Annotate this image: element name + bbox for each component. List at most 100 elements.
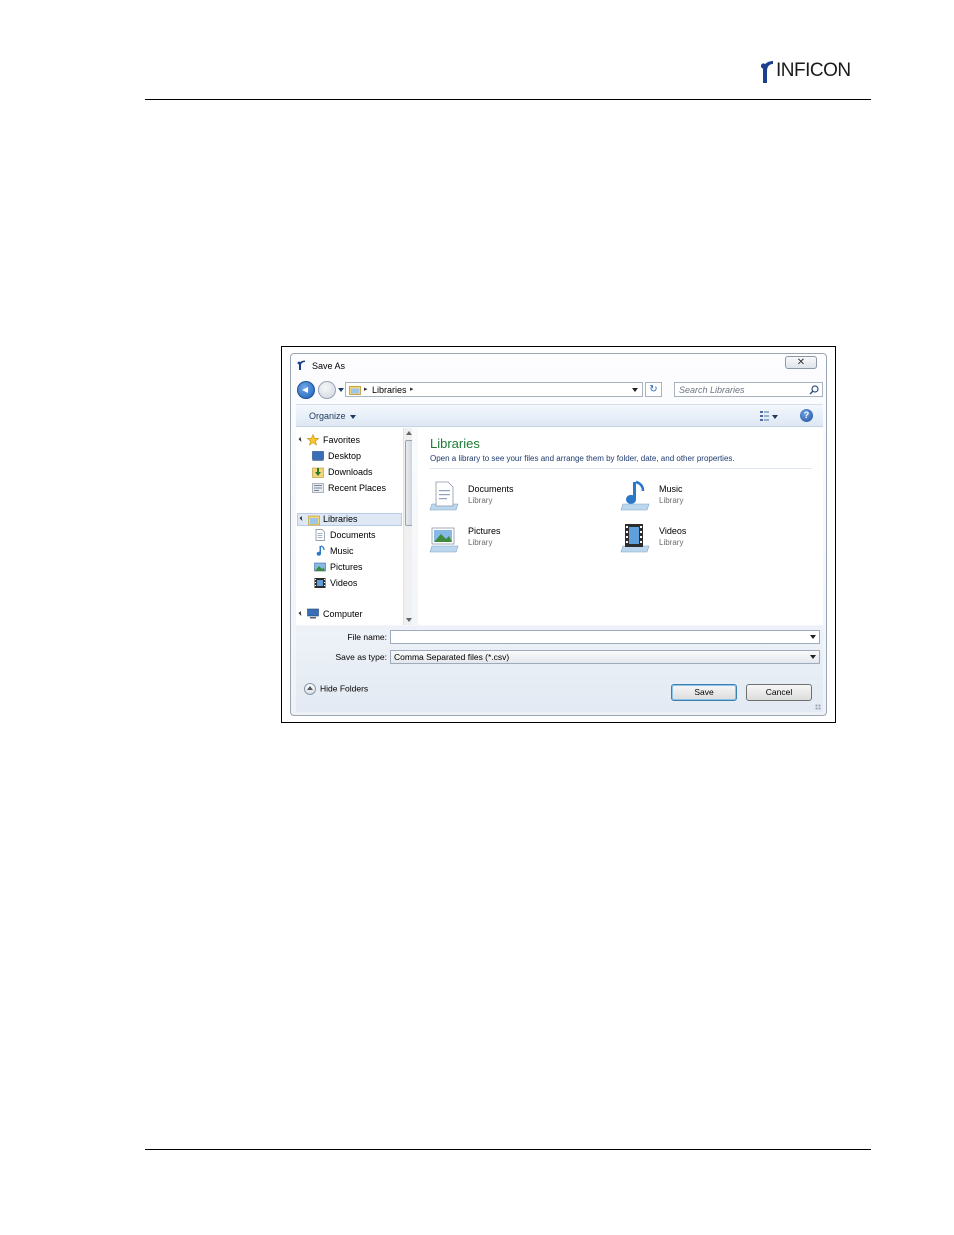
- nav-computer[interactable]: Computer: [298, 608, 399, 622]
- navigation-pane: Favorites Desktop Downloads Recent Place…: [296, 428, 412, 625]
- star-icon: [307, 434, 319, 446]
- hide-folders-label: Hide Folders: [320, 683, 369, 694]
- help-icon[interactable]: ?: [800, 409, 813, 422]
- libraries-folder-icon: [308, 515, 320, 526]
- videos-library-icon: [620, 524, 650, 553]
- collapsed-arrow-icon[interactable]: [305, 531, 310, 539]
- save-as-type-label: Save as type:: [335, 652, 387, 662]
- save-as-type-value: Comma Separated files (*.csv): [394, 652, 510, 662]
- chevron-down-icon: [349, 414, 356, 419]
- collapsed-arrow-icon[interactable]: [305, 579, 310, 587]
- nav-scrollbar[interactable]: [403, 428, 412, 625]
- content-subtitle: Open a library to see your files and arr…: [430, 454, 735, 463]
- close-button[interactable]: ✕: [785, 356, 817, 369]
- scrollbar-thumb[interactable]: [405, 440, 412, 526]
- recent-places-icon: [312, 483, 324, 493]
- search-input[interactable]: Search Libraries: [679, 385, 745, 395]
- nav-downloads-label: Downloads: [328, 467, 373, 477]
- address-bar[interactable]: ▸ Libraries ▸: [345, 382, 643, 397]
- library-item-documents[interactable]: Documents Library: [428, 480, 578, 512]
- organize-label: Organize: [309, 411, 346, 421]
- address-dropdown-icon[interactable]: [632, 388, 638, 392]
- music-library-icon: [620, 480, 650, 511]
- dialog-footer: File name: Save as type: Comma Separated…: [296, 626, 823, 712]
- library-name: Pictures: [468, 526, 501, 536]
- hide-folders-button[interactable]: Hide Folders: [304, 683, 368, 695]
- nav-favorites[interactable]: Favorites: [298, 434, 399, 448]
- organize-button[interactable]: Organize: [309, 411, 356, 421]
- picture-icon: [314, 562, 326, 572]
- collapsed-arrow-icon[interactable]: [305, 547, 310, 555]
- scroll-down-icon[interactable]: [406, 618, 412, 622]
- nav-pictures-label: Pictures: [330, 562, 363, 572]
- libraries-folder-icon: [349, 386, 361, 395]
- scroll-up-icon[interactable]: [406, 431, 412, 435]
- file-name-field[interactable]: [390, 630, 820, 644]
- forward-button[interactable]: [318, 381, 336, 399]
- views-dropdown-icon[interactable]: [772, 415, 778, 419]
- expanded-arrow-icon[interactable]: [299, 516, 305, 521]
- nav-desktop[interactable]: Desktop: [310, 450, 400, 464]
- library-item-videos[interactable]: Videos Library: [619, 522, 769, 554]
- save-as-type-select[interactable]: Comma Separated files (*.csv): [390, 650, 820, 664]
- computer-icon: [307, 608, 319, 619]
- library-name: Documents: [468, 484, 514, 494]
- film-icon: [314, 578, 326, 588]
- nav-computer-label: Computer: [323, 609, 363, 619]
- nav-libraries-label: Libraries: [323, 514, 358, 524]
- nav-recent-places-label: Recent Places: [328, 483, 387, 493]
- nav-documents-label: Documents: [330, 530, 376, 540]
- back-button[interactable]: [297, 381, 315, 399]
- nav-downloads[interactable]: Downloads: [310, 466, 400, 480]
- nav-music-label: Music: [330, 546, 354, 556]
- library-item-pictures[interactable]: Pictures Library: [428, 522, 578, 554]
- navigation-row: ▸ Libraries ▸ ↻ Search Libraries: [291, 380, 826, 402]
- command-bar: Organize ?: [296, 404, 823, 427]
- search-icon[interactable]: [809, 385, 819, 395]
- library-kind: Library: [468, 496, 493, 505]
- downloads-icon: [312, 467, 324, 478]
- breadcrumb-libraries[interactable]: Libraries: [372, 385, 407, 395]
- music-note-icon: [316, 545, 325, 556]
- inficon-logo: INFICON: [760, 58, 851, 84]
- documents-library-icon: [429, 481, 459, 511]
- content-divider: [430, 468, 812, 469]
- dialog-title: Save As: [312, 361, 346, 371]
- library-kind: Library: [659, 538, 684, 547]
- history-dropdown-icon[interactable]: [338, 388, 344, 392]
- library-kind: Library: [659, 496, 684, 505]
- resize-grip-icon[interactable]: [815, 704, 821, 710]
- expanded-arrow-icon[interactable]: [298, 611, 304, 616]
- library-item-music[interactable]: Music Library: [619, 480, 769, 512]
- screenshot-frame: Save As ✕ ▸ Libraries ▸ ↻ Search Librari…: [281, 346, 836, 723]
- search-box[interactable]: Search Libraries: [674, 382, 823, 397]
- chevron-down-icon[interactable]: [810, 655, 816, 659]
- header-rule: [145, 99, 871, 100]
- app-icon: [297, 360, 305, 370]
- expanded-arrow-icon[interactable]: [298, 437, 304, 442]
- pictures-library-icon: [429, 527, 459, 553]
- save-button[interactable]: Save: [671, 684, 737, 701]
- nav-libraries[interactable]: Libraries: [297, 513, 402, 526]
- address-separator-icon[interactable]: ▸: [364, 385, 368, 393]
- desktop-icon: [312, 451, 324, 461]
- nav-desktop-label: Desktop: [328, 451, 362, 461]
- library-kind: Library: [468, 538, 493, 547]
- nav-recent-places[interactable]: Recent Places: [310, 482, 400, 496]
- refresh-icon[interactable]: ↻: [645, 382, 662, 397]
- file-name-label: File name:: [347, 632, 387, 642]
- footer-rule: [145, 1149, 871, 1150]
- nav-pictures[interactable]: Pictures: [305, 561, 401, 575]
- chevron-up-icon: [304, 683, 316, 695]
- cancel-button[interactable]: Cancel: [746, 684, 812, 701]
- library-name: Music: [659, 484, 683, 494]
- nav-documents[interactable]: Documents: [305, 529, 401, 543]
- library-name: Videos: [659, 526, 687, 536]
- content-title: Libraries: [430, 436, 480, 451]
- nav-music[interactable]: Music: [305, 545, 401, 559]
- collapsed-arrow-icon[interactable]: [305, 563, 310, 571]
- nav-videos[interactable]: Videos: [305, 577, 401, 591]
- address-separator-icon[interactable]: ▸: [410, 385, 414, 393]
- nav-favorites-label: Favorites: [323, 435, 361, 445]
- file-name-dropdown-icon[interactable]: [810, 635, 816, 639]
